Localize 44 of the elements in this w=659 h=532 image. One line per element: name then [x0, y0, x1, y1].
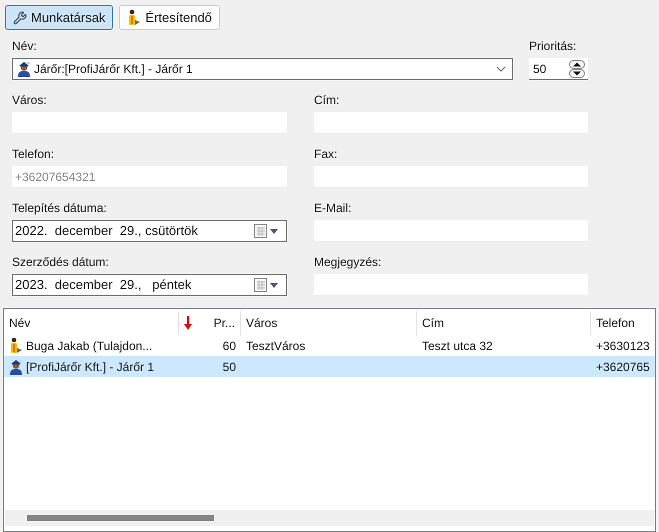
wrench-icon	[13, 10, 27, 24]
field-label: Prioritás:	[529, 38, 578, 54]
field-label: Szerződés dátum:	[12, 254, 110, 270]
table-cell-text: +3620765	[596, 358, 650, 376]
column-header[interactable]: Név	[4, 311, 179, 335]
date-picker[interactable]: 2023. december 29., péntek	[12, 274, 287, 296]
table-cell-text: +3630123	[596, 338, 650, 354]
column-header[interactable]: Város	[241, 311, 417, 335]
sort-down-arrow-icon	[184, 316, 192, 330]
chevron-down-icon	[496, 66, 506, 72]
calendar-dropdown-icon	[254, 278, 280, 292]
table-cell-text: 60	[222, 338, 236, 354]
field-label: Telefon:	[12, 146, 56, 162]
table-row[interactable]: Buga Jakab (Tulajdon... 60 TesztVáros Teszt utca 32 +3630123	[4, 335, 655, 356]
field-label: E-Mail:	[314, 200, 352, 216]
column-header[interactable]: Cím	[417, 311, 591, 335]
table-cell-text: Teszt utca 32	[422, 338, 493, 354]
person-icon	[127, 9, 142, 26]
field-label: Cím:	[314, 92, 340, 108]
tab[interactable]: Munkatársak	[5, 5, 114, 30]
date-picker[interactable]: 2022. december 29., csütörtök	[12, 220, 287, 242]
field-label: Város:	[12, 92, 48, 108]
table-cell-text: 50	[222, 358, 236, 376]
table-cell-text: TesztVáros	[246, 338, 306, 354]
column-header[interactable]: Telefon	[591, 311, 655, 335]
field-label: Fax:	[314, 146, 338, 162]
table-row[interactable]: [ProfiJárőr Kft.] - Járőr 1 50 +3620765	[4, 356, 655, 377]
tab[interactable]: Értesítendő	[119, 5, 220, 30]
field-label: Név:	[12, 38, 38, 54]
column-header[interactable]: Pr...	[179, 311, 241, 335]
name-dropdown[interactable]: Járőr:[ProfiJárőr Kft.] - Járőr 1	[12, 58, 513, 80]
police-officer-icon	[17, 61, 31, 77]
field-label: Megjegyzés:	[314, 254, 382, 270]
spinner-arrows-icon	[569, 60, 585, 78]
calendar-dropdown-icon	[254, 224, 280, 238]
field-label: Telepítés dátuma:	[12, 200, 108, 216]
police-officer-icon	[9, 358, 23, 374]
horizontal-scrollbar[interactable]	[5, 510, 654, 526]
person-icon	[9, 337, 23, 354]
table-cell-text: [ProfiJárőr Kft.] - Járőr 1	[26, 358, 154, 376]
table-cell-text: Buga Jakab (Tulajdon...	[26, 338, 152, 354]
scrollbar-thumb[interactable]	[27, 515, 214, 521]
priority-spinner[interactable]: 50	[529, 58, 588, 80]
input-field[interactable]: +36207654321	[12, 166, 287, 188]
